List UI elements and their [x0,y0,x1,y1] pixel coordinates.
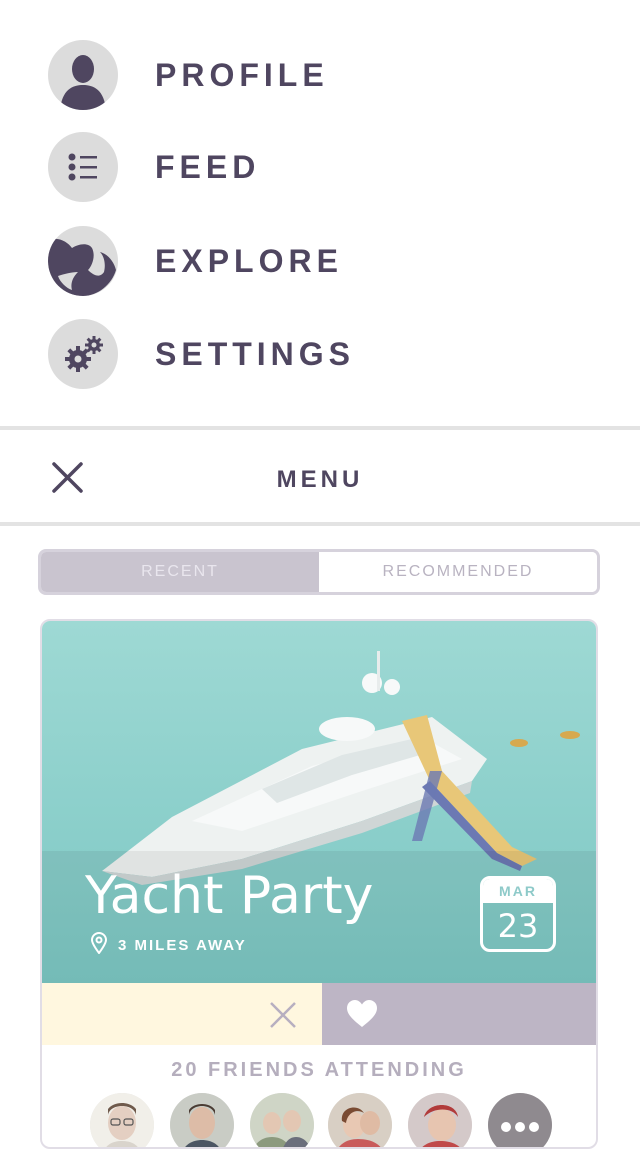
friend-avatars [90,1093,560,1147]
menu-title: MENU [276,466,364,493]
menu-item-profile[interactable]: PROFILE [48,40,608,110]
avatar[interactable] [408,1093,472,1147]
gears-icon [48,319,118,389]
menu-label-profile: PROFILE [155,56,329,93]
like-button[interactable] [322,983,596,1045]
friends-attending: 20 FRIENDS ATTENDING [171,1059,467,1081]
event-card[interactable]: Yacht Party 3 MILES AWAY MAR 23 20 FRIEN… [40,619,598,1149]
more-friends-button[interactable] [488,1093,552,1147]
feed-tabs: RECENT RECOMMENDED [38,549,600,595]
heart-icon [346,999,378,1034]
event-title: Yacht Party [85,866,374,926]
menu-bar: MENU [0,426,640,526]
menu-label-explore: EXPLORE [155,242,343,279]
event-actions [42,983,596,1045]
menu-label-feed: FEED [155,148,261,185]
menu-item-settings[interactable]: SETTINGS [48,319,608,389]
list-icon [48,132,118,202]
avatar[interactable] [250,1093,314,1147]
avatar[interactable] [170,1093,234,1147]
tab-recommended[interactable]: RECOMMENDED [319,552,597,592]
menu-label-settings: SETTINGS [155,335,356,372]
skip-button[interactable] [42,983,322,1045]
date-day: 23 [497,907,539,945]
profile-icon [48,40,118,110]
avatar[interactable] [90,1093,154,1147]
location-pin-icon [90,932,108,959]
tab-recent[interactable]: RECENT [41,552,319,592]
event-distance: 3 MILES AWAY [90,932,247,959]
date-badge: MAR 23 [480,876,556,952]
menu-item-explore[interactable]: EXPLORE [48,226,608,296]
menu-item-feed[interactable]: FEED [48,132,608,202]
close-icon [269,1001,297,1034]
side-menu: PROFILE FEED EXPLORE SETTINGS [0,0,640,425]
distance-text: 3 MILES AWAY [118,937,247,954]
date-month: MAR [483,879,553,903]
globe-icon [48,226,118,296]
avatar[interactable] [328,1093,392,1147]
